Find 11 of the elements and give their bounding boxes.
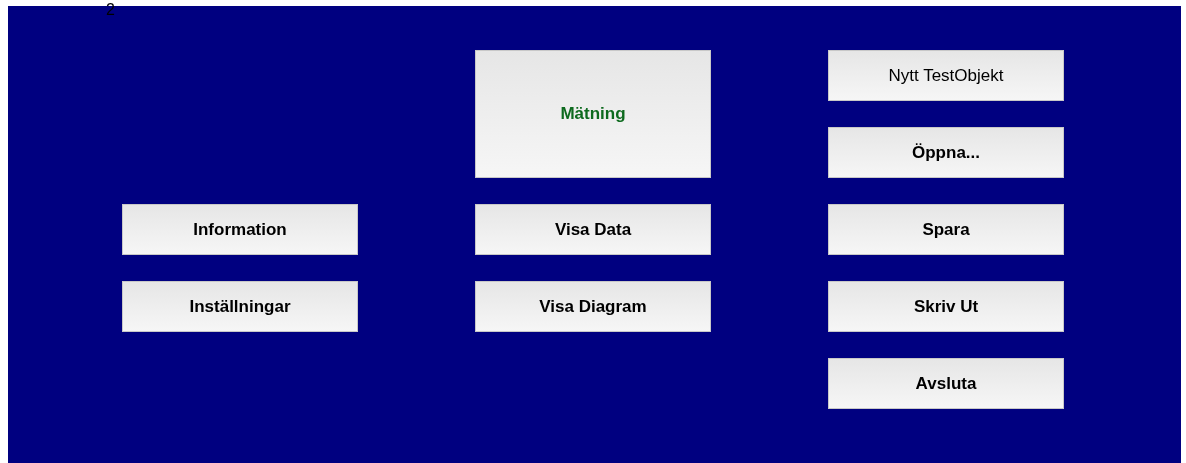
menu-button[interactable]: Information <box>122 204 358 255</box>
menu-button[interactable]: Nytt TestObjekt <box>828 50 1064 101</box>
page-number: 2 <box>106 2 115 18</box>
menu-button[interactable]: Spara <box>828 204 1064 255</box>
menu-button[interactable]: Visa Diagram <box>475 281 711 332</box>
menu-button[interactable]: Skriv Ut <box>828 281 1064 332</box>
measure-button[interactable]: Mätning <box>475 50 711 178</box>
menu-button[interactable]: Avsluta <box>828 358 1064 409</box>
menu-button[interactable]: Öppna... <box>828 127 1064 178</box>
menu-button[interactable]: Inställningar <box>122 281 358 332</box>
menu-button[interactable]: Visa Data <box>475 204 711 255</box>
